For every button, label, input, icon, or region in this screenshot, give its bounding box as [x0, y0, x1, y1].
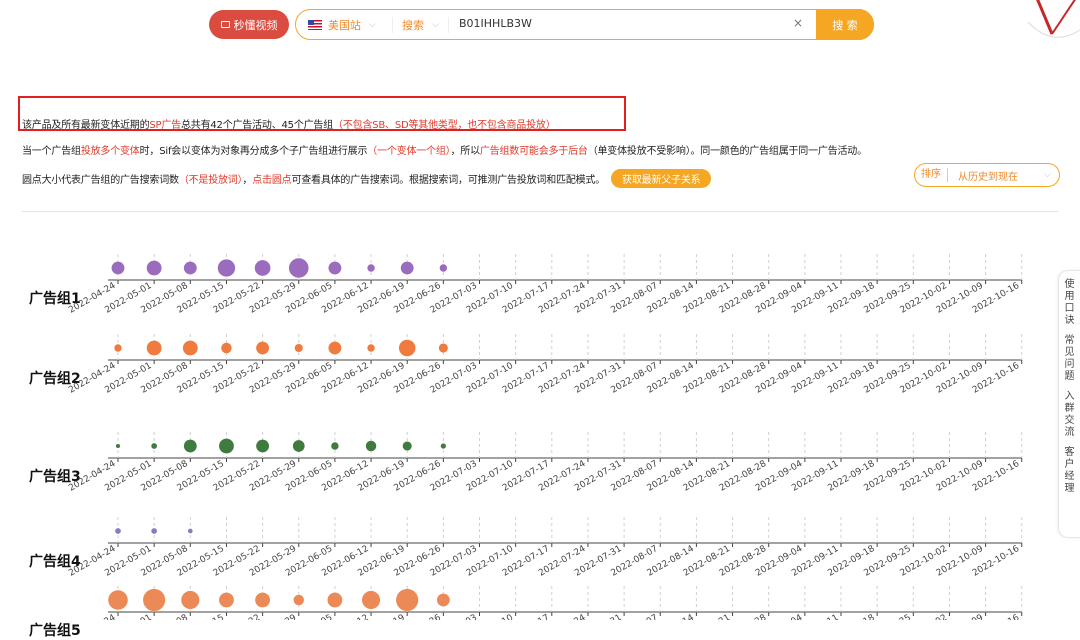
ad-group-dot[interactable] [146, 340, 162, 356]
ad-group-dot[interactable] [367, 344, 375, 352]
ad-group-dot[interactable] [187, 528, 193, 534]
ad-group-dot[interactable] [217, 259, 236, 277]
ad-group-dot[interactable] [293, 594, 304, 606]
ad-group-dot[interactable] [256, 341, 270, 355]
ad-group-dot[interactable] [328, 261, 342, 275]
ad-group-dot[interactable] [221, 342, 232, 354]
ad-group-dot[interactable] [400, 261, 414, 275]
ad-group-dot[interactable] [398, 339, 416, 357]
ad-group-dot[interactable] [114, 344, 122, 352]
ad-group-dot[interactable] [438, 343, 448, 353]
sidebar-item-account-manager[interactable]: 客户经理 [1065, 447, 1075, 495]
sidebar-item-join-group[interactable]: 入群交流 [1065, 391, 1075, 439]
ad-group-dot[interactable] [361, 590, 381, 610]
date-tick-label: 2022-04-24 [67, 613, 118, 620]
ad-group-dot[interactable] [219, 438, 234, 454]
ad-group-dot[interactable] [439, 264, 448, 272]
ad-group-dot[interactable] [111, 261, 125, 275]
ad-group-dot[interactable] [292, 440, 305, 452]
ad-group-dot[interactable] [115, 528, 121, 534]
ad-group-dot[interactable] [183, 261, 197, 275]
ad-group-dot[interactable] [328, 341, 342, 355]
ad-group-dot[interactable] [288, 258, 309, 278]
help-sidebar: 使用口诀 常见问题 入群交流 客户经理 [1058, 270, 1080, 538]
ad-group-dot[interactable] [182, 340, 198, 356]
ad-group-dot[interactable] [254, 260, 271, 276]
ad-group-label: 广告组5 [29, 623, 81, 639]
ad-group-timeline-chart: 2022-04-242022-05-012022-05-082022-05-15… [67, 254, 1023, 620]
ad-group-dot[interactable] [256, 439, 270, 453]
ad-group-dot[interactable] [367, 264, 375, 272]
ad-group-dot[interactable] [365, 440, 377, 452]
ad-group-dot[interactable] [108, 590, 128, 610]
sidebar-item-tips[interactable]: 使用口诀 [1065, 279, 1075, 327]
ad-group-dot[interactable] [219, 592, 234, 608]
ad-group-dot[interactable] [402, 441, 412, 451]
ad-group-dot[interactable] [294, 343, 303, 353]
ad-group-dot[interactable] [255, 592, 270, 608]
ad-group-dot[interactable] [143, 588, 166, 612]
ad-group-dot[interactable] [151, 443, 158, 449]
ad-group-dot[interactable] [331, 442, 339, 450]
ad-group-dot[interactable] [115, 443, 121, 449]
ad-group-dot[interactable] [151, 528, 158, 534]
ad-group-dot[interactable] [146, 260, 162, 276]
ad-group-dot[interactable] [327, 592, 343, 608]
ad-group-dot[interactable] [396, 588, 419, 612]
ad-group-dot[interactable] [183, 439, 197, 453]
sidebar-item-faq[interactable]: 常见问题 [1065, 335, 1075, 383]
ad-group-dot[interactable] [181, 590, 200, 610]
ad-group-dot[interactable] [440, 443, 446, 449]
ad-group-dot[interactable] [436, 593, 450, 607]
